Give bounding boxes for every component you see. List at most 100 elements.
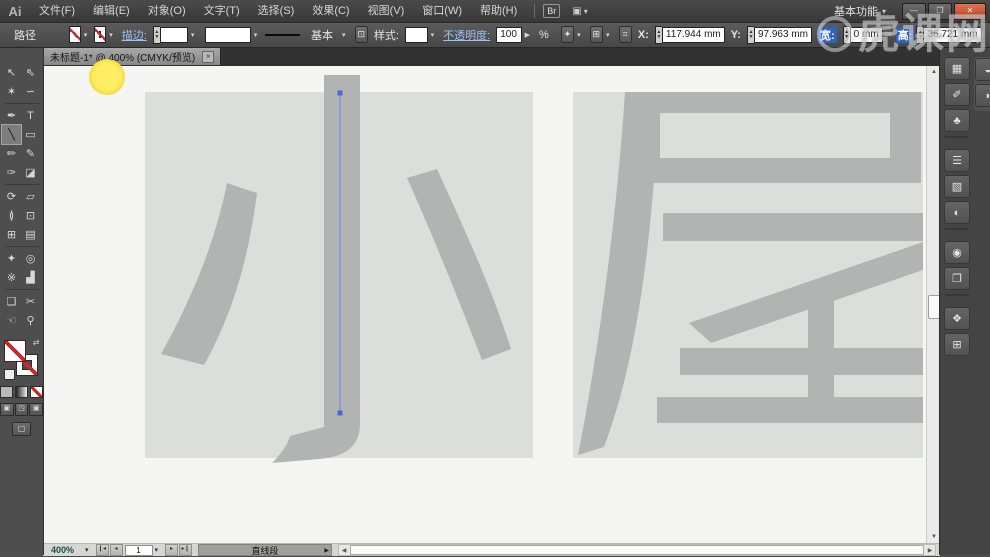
y-field[interactable]: 97.963 mm xyxy=(754,27,812,43)
eyedropper-tool[interactable]: ✦ xyxy=(2,249,21,268)
select-similar-button[interactable]: ✦ xyxy=(561,26,574,43)
chevron-down-icon[interactable]: ▾ xyxy=(606,31,610,39)
path-anchor-bottom[interactable] xyxy=(338,411,343,416)
pen-tool[interactable]: ✒ xyxy=(2,106,21,125)
opacity-field[interactable]: 100 xyxy=(496,27,521,43)
chevron-right-icon[interactable]: ▶ xyxy=(525,31,530,39)
zoom-level[interactable]: 400% xyxy=(51,545,85,555)
reference-point-locator[interactable]: ⌗ xyxy=(619,26,632,43)
pencil-tool[interactable]: ✎ xyxy=(21,144,40,163)
menu-object[interactable]: 对象(O) xyxy=(139,1,195,22)
screen-mode-button[interactable]: ▢ xyxy=(12,422,31,436)
selection-tool[interactable]: ↖ xyxy=(2,63,21,82)
column-graph-tool[interactable]: ▟ xyxy=(21,268,40,287)
menu-view[interactable]: 视图(V) xyxy=(359,1,414,22)
color-guide-panel-button[interactable]: ◗ xyxy=(975,84,990,107)
graphic-styles-panel-button[interactable]: ❐ xyxy=(944,267,970,290)
workspace-switcher[interactable]: 基本功能 ▾ xyxy=(834,3,886,19)
first-artboard-button[interactable]: ❙◂ xyxy=(96,544,109,556)
align-button[interactable]: ⊞ xyxy=(590,26,603,43)
panel-expand-icon[interactable]: ⁞ xyxy=(982,30,985,40)
restore-button[interactable]: ❐ xyxy=(928,3,952,20)
zoom-dropdown-icon[interactable]: ▾ xyxy=(85,546,89,554)
fill-swatch[interactable] xyxy=(4,340,26,362)
swatches-panel-button[interactable]: ▦ xyxy=(944,57,970,80)
swap-fill-stroke-icon[interactable]: ⇄ xyxy=(33,338,40,347)
brushes-panel-button[interactable]: ✐ xyxy=(944,83,970,106)
appearance-panel-button[interactable]: ◉ xyxy=(944,241,970,264)
stroke-panel-link[interactable]: 描边: xyxy=(122,27,147,43)
minimize-button[interactable]: — xyxy=(902,3,926,20)
canvas-area[interactable] xyxy=(43,66,926,543)
menu-window[interactable]: 窗口(W) xyxy=(413,1,471,22)
constrain-proportions-icon[interactable]: ∞ xyxy=(885,29,892,40)
width-spinner[interactable]: ▲▼ xyxy=(843,26,850,44)
color-panel-button[interactable]: ◒ xyxy=(975,58,990,81)
arrange-documents-button[interactable]: ▣ ▾ xyxy=(572,6,587,17)
chevron-down-icon[interactable]: ▾ xyxy=(191,31,195,39)
type-tool[interactable]: T xyxy=(21,106,40,125)
artboards-panel-button[interactable]: ⊞ xyxy=(944,333,970,356)
draw-behind-button[interactable]: ◳ xyxy=(15,403,29,416)
fill-color-swatch[interactable] xyxy=(69,26,81,43)
width-profile-select[interactable] xyxy=(205,27,250,43)
stroke-panel-button[interactable]: ☰ xyxy=(944,149,970,172)
horizontal-scroll-thumb[interactable] xyxy=(350,545,924,555)
artboard-tool[interactable]: ❏ xyxy=(2,292,21,311)
stroke-weight-field[interactable] xyxy=(160,27,188,43)
direct-selection-tool[interactable]: ⇖ xyxy=(21,63,40,82)
document-tab[interactable]: 未标题-1* @ 400% (CMYK/预览) × xyxy=(43,47,221,65)
color-button[interactable] xyxy=(0,386,13,398)
free-transform-tool[interactable]: ⊡ xyxy=(21,206,40,225)
gradient-button[interactable] xyxy=(15,386,28,398)
zoom-tool[interactable]: ⚲ xyxy=(21,311,40,330)
scroll-left-icon[interactable]: ◀ xyxy=(339,547,349,554)
x-spinner[interactable]: ▲▼ xyxy=(655,26,662,44)
scroll-right-icon[interactable]: ▶ xyxy=(925,547,935,554)
path-anchor-top[interactable] xyxy=(338,91,343,96)
menu-help[interactable]: 帮助(H) xyxy=(471,1,526,22)
prev-artboard-button[interactable]: ◂ xyxy=(110,544,123,556)
bridge-button[interactable]: Br xyxy=(543,4,560,18)
draw-normal-button[interactable]: ▣ xyxy=(0,403,14,416)
rectangle-tool[interactable]: ▭ xyxy=(21,125,40,144)
blend-tool[interactable]: ◎ xyxy=(21,249,40,268)
chevron-down-icon[interactable]: ▾ xyxy=(109,31,113,39)
menu-edit[interactable]: 编辑(E) xyxy=(84,1,139,22)
default-fill-stroke-icon[interactable] xyxy=(4,369,15,380)
menu-type[interactable]: 文字(T) xyxy=(195,1,249,22)
y-spinner[interactable]: ▲▼ xyxy=(747,26,754,44)
magic-wand-tool[interactable]: ✶ xyxy=(2,82,21,101)
brush-definition[interactable]: 基本 xyxy=(311,27,333,43)
height-field[interactable]: 36.721 mm xyxy=(923,27,981,43)
artboard-number-field[interactable]: 1 xyxy=(125,545,153,556)
chevron-down-icon[interactable]: ▾ xyxy=(431,31,435,39)
perspective-grid-tool[interactable]: ▤ xyxy=(21,225,40,244)
chevron-down-icon[interactable]: ▾ xyxy=(254,31,258,39)
width-tool[interactable]: ≬ xyxy=(2,206,21,225)
stroke-weight-spinner[interactable]: ▲▼ xyxy=(153,26,160,44)
slice-tool[interactable]: ✂ xyxy=(21,292,40,311)
transparency-panel-button[interactable]: ◐ xyxy=(944,201,970,224)
tab-close-icon[interactable]: × xyxy=(202,51,214,63)
none-button[interactable] xyxy=(30,386,43,398)
horizontal-scrollbar[interactable]: ◀ ▶ xyxy=(338,544,936,556)
eraser-tool[interactable]: ◪ xyxy=(21,163,40,182)
line-segment-tool[interactable]: ╲ xyxy=(2,125,21,144)
chevron-down-icon[interactable]: ▾ xyxy=(577,31,581,39)
blob-brush-tool[interactable]: ✑ xyxy=(2,163,21,182)
x-field[interactable]: 117.944 mm xyxy=(662,27,725,43)
artboard-dropdown-icon[interactable]: ▾ xyxy=(155,546,159,554)
menu-file[interactable]: 文件(F) xyxy=(30,1,84,22)
shape-builder-tool[interactable]: ⊞ xyxy=(2,225,21,244)
height-spinner[interactable]: ▲▼ xyxy=(916,26,923,44)
chevron-down-icon[interactable]: ▾ xyxy=(342,31,346,39)
symbols-panel-button[interactable]: ♣ xyxy=(944,109,970,132)
graphic-style-select[interactable] xyxy=(405,27,428,43)
close-button[interactable]: ✕ xyxy=(954,3,986,20)
lasso-tool[interactable]: ∽ xyxy=(21,82,40,101)
chevron-down-icon[interactable]: ▾ xyxy=(84,31,88,39)
stroke-color-swatch[interactable] xyxy=(94,26,106,43)
opacity-link[interactable]: 不透明度: xyxy=(443,27,490,43)
next-artboard-button[interactable]: ▸ xyxy=(165,544,178,556)
